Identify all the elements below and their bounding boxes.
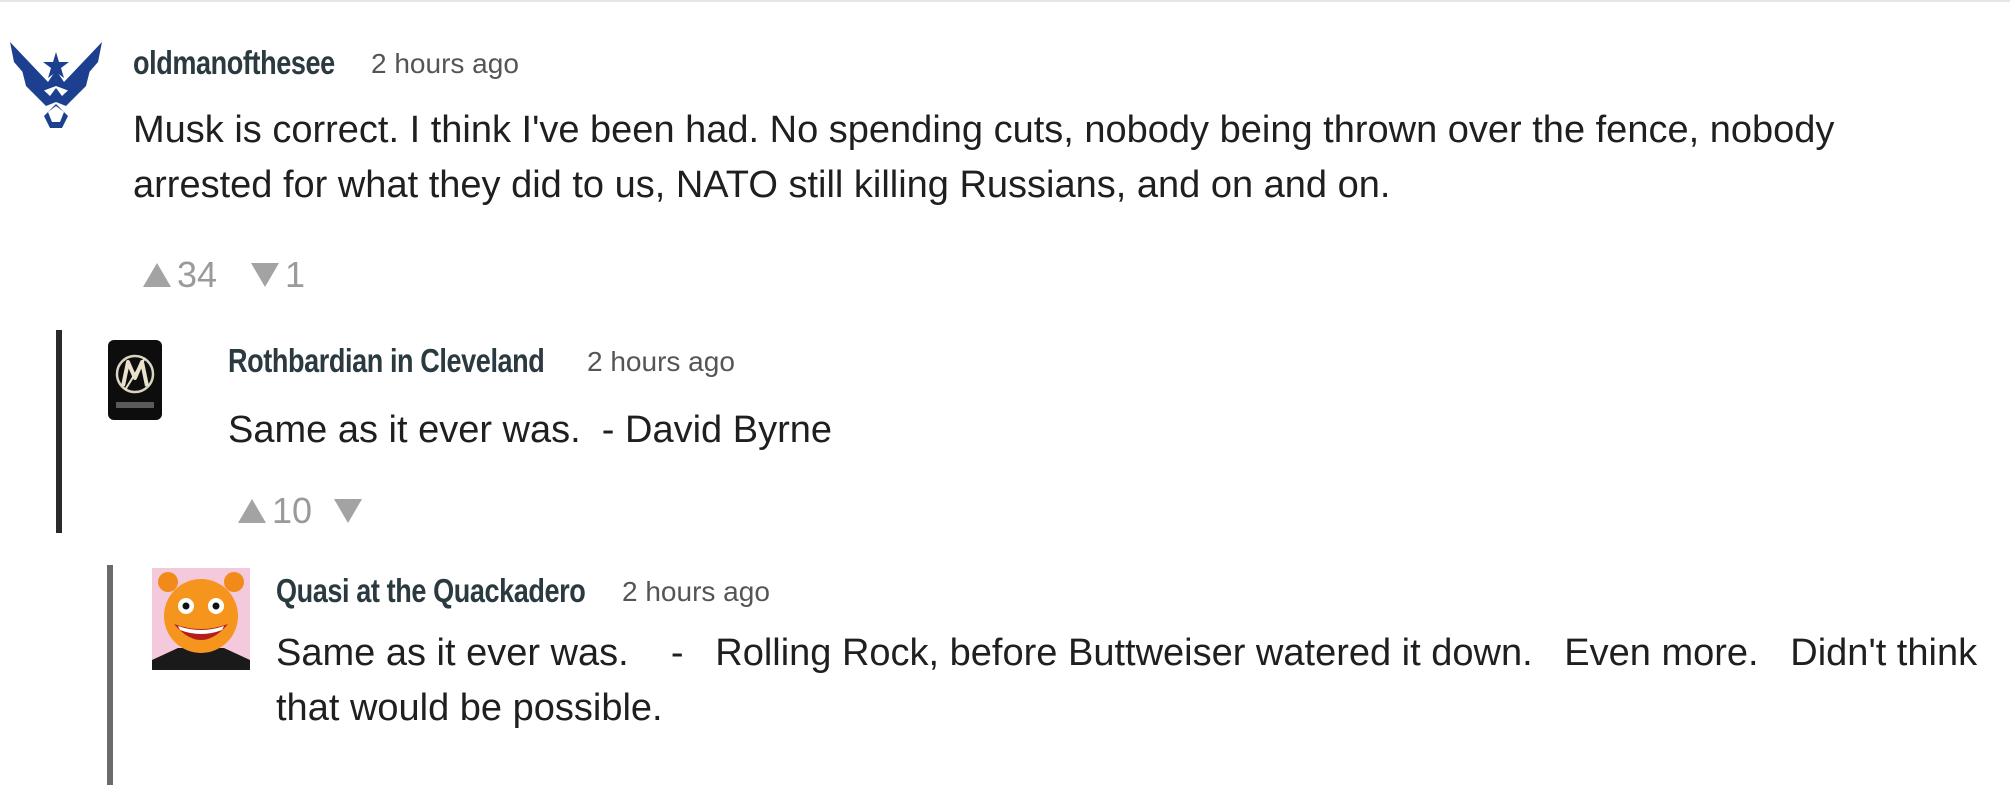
comment-meta: Quasi at the Quackadero 2 hours ago — [276, 572, 770, 610]
author-name[interactable]: Quasi at the Quackadero — [276, 572, 586, 610]
timestamp[interactable]: 2 hours ago — [622, 576, 770, 608]
vote-bar: 34 1 — [143, 254, 305, 296]
comment-thread: oldmanofthesee 2 hours ago Musk is corre… — [0, 0, 2010, 785]
comment-body: Musk is correct. I think I've been had. … — [133, 109, 1845, 206]
comment-meta: oldmanofthesee 2 hours ago — [133, 44, 519, 82]
comment-rothbardian: Rothbardian in Cleveland 2 hours ago Sam… — [0, 320, 2010, 550]
comment-body: Same as it ever was. - Rolling Rock, bef… — [276, 632, 1988, 729]
upvote-count: 10 — [272, 490, 313, 531]
comment-meta: Rothbardian in Cleveland 2 hours ago — [228, 342, 735, 380]
downvote-button[interactable] — [334, 499, 368, 523]
comment-quasi: Quasi at the Quackadero 2 hours ago Same… — [0, 550, 2010, 785]
comment-oldmanofthesee: oldmanofthesee 2 hours ago Musk is corre… — [0, 0, 2010, 320]
comment-body: Same as it ever was. - David Byrne — [228, 409, 832, 451]
upvote-button[interactable]: 10 — [238, 490, 312, 532]
downvote-button[interactable]: 1 — [251, 254, 305, 296]
smiling-face-avatar-icon[interactable] — [152, 568, 250, 670]
author-name[interactable]: oldmanofthesee — [133, 44, 335, 82]
timestamp[interactable]: 2 hours ago — [371, 48, 519, 80]
monarchist-m-logo-icon[interactable] — [108, 340, 162, 420]
upvote-button[interactable]: 34 — [143, 254, 217, 296]
air-force-wings-icon[interactable] — [2, 30, 110, 138]
timestamp[interactable]: 2 hours ago — [587, 346, 735, 378]
author-name[interactable]: Rothbardian in Cleveland — [228, 342, 545, 380]
upvote-arrow-icon — [238, 499, 266, 523]
vote-bar: 10 — [238, 490, 368, 532]
downvote-arrow-icon — [251, 263, 280, 287]
upvote-count: 34 — [177, 254, 218, 295]
downvote-arrow-icon — [334, 499, 363, 523]
downvote-count: 1 — [285, 254, 306, 295]
upvote-arrow-icon — [143, 263, 171, 287]
